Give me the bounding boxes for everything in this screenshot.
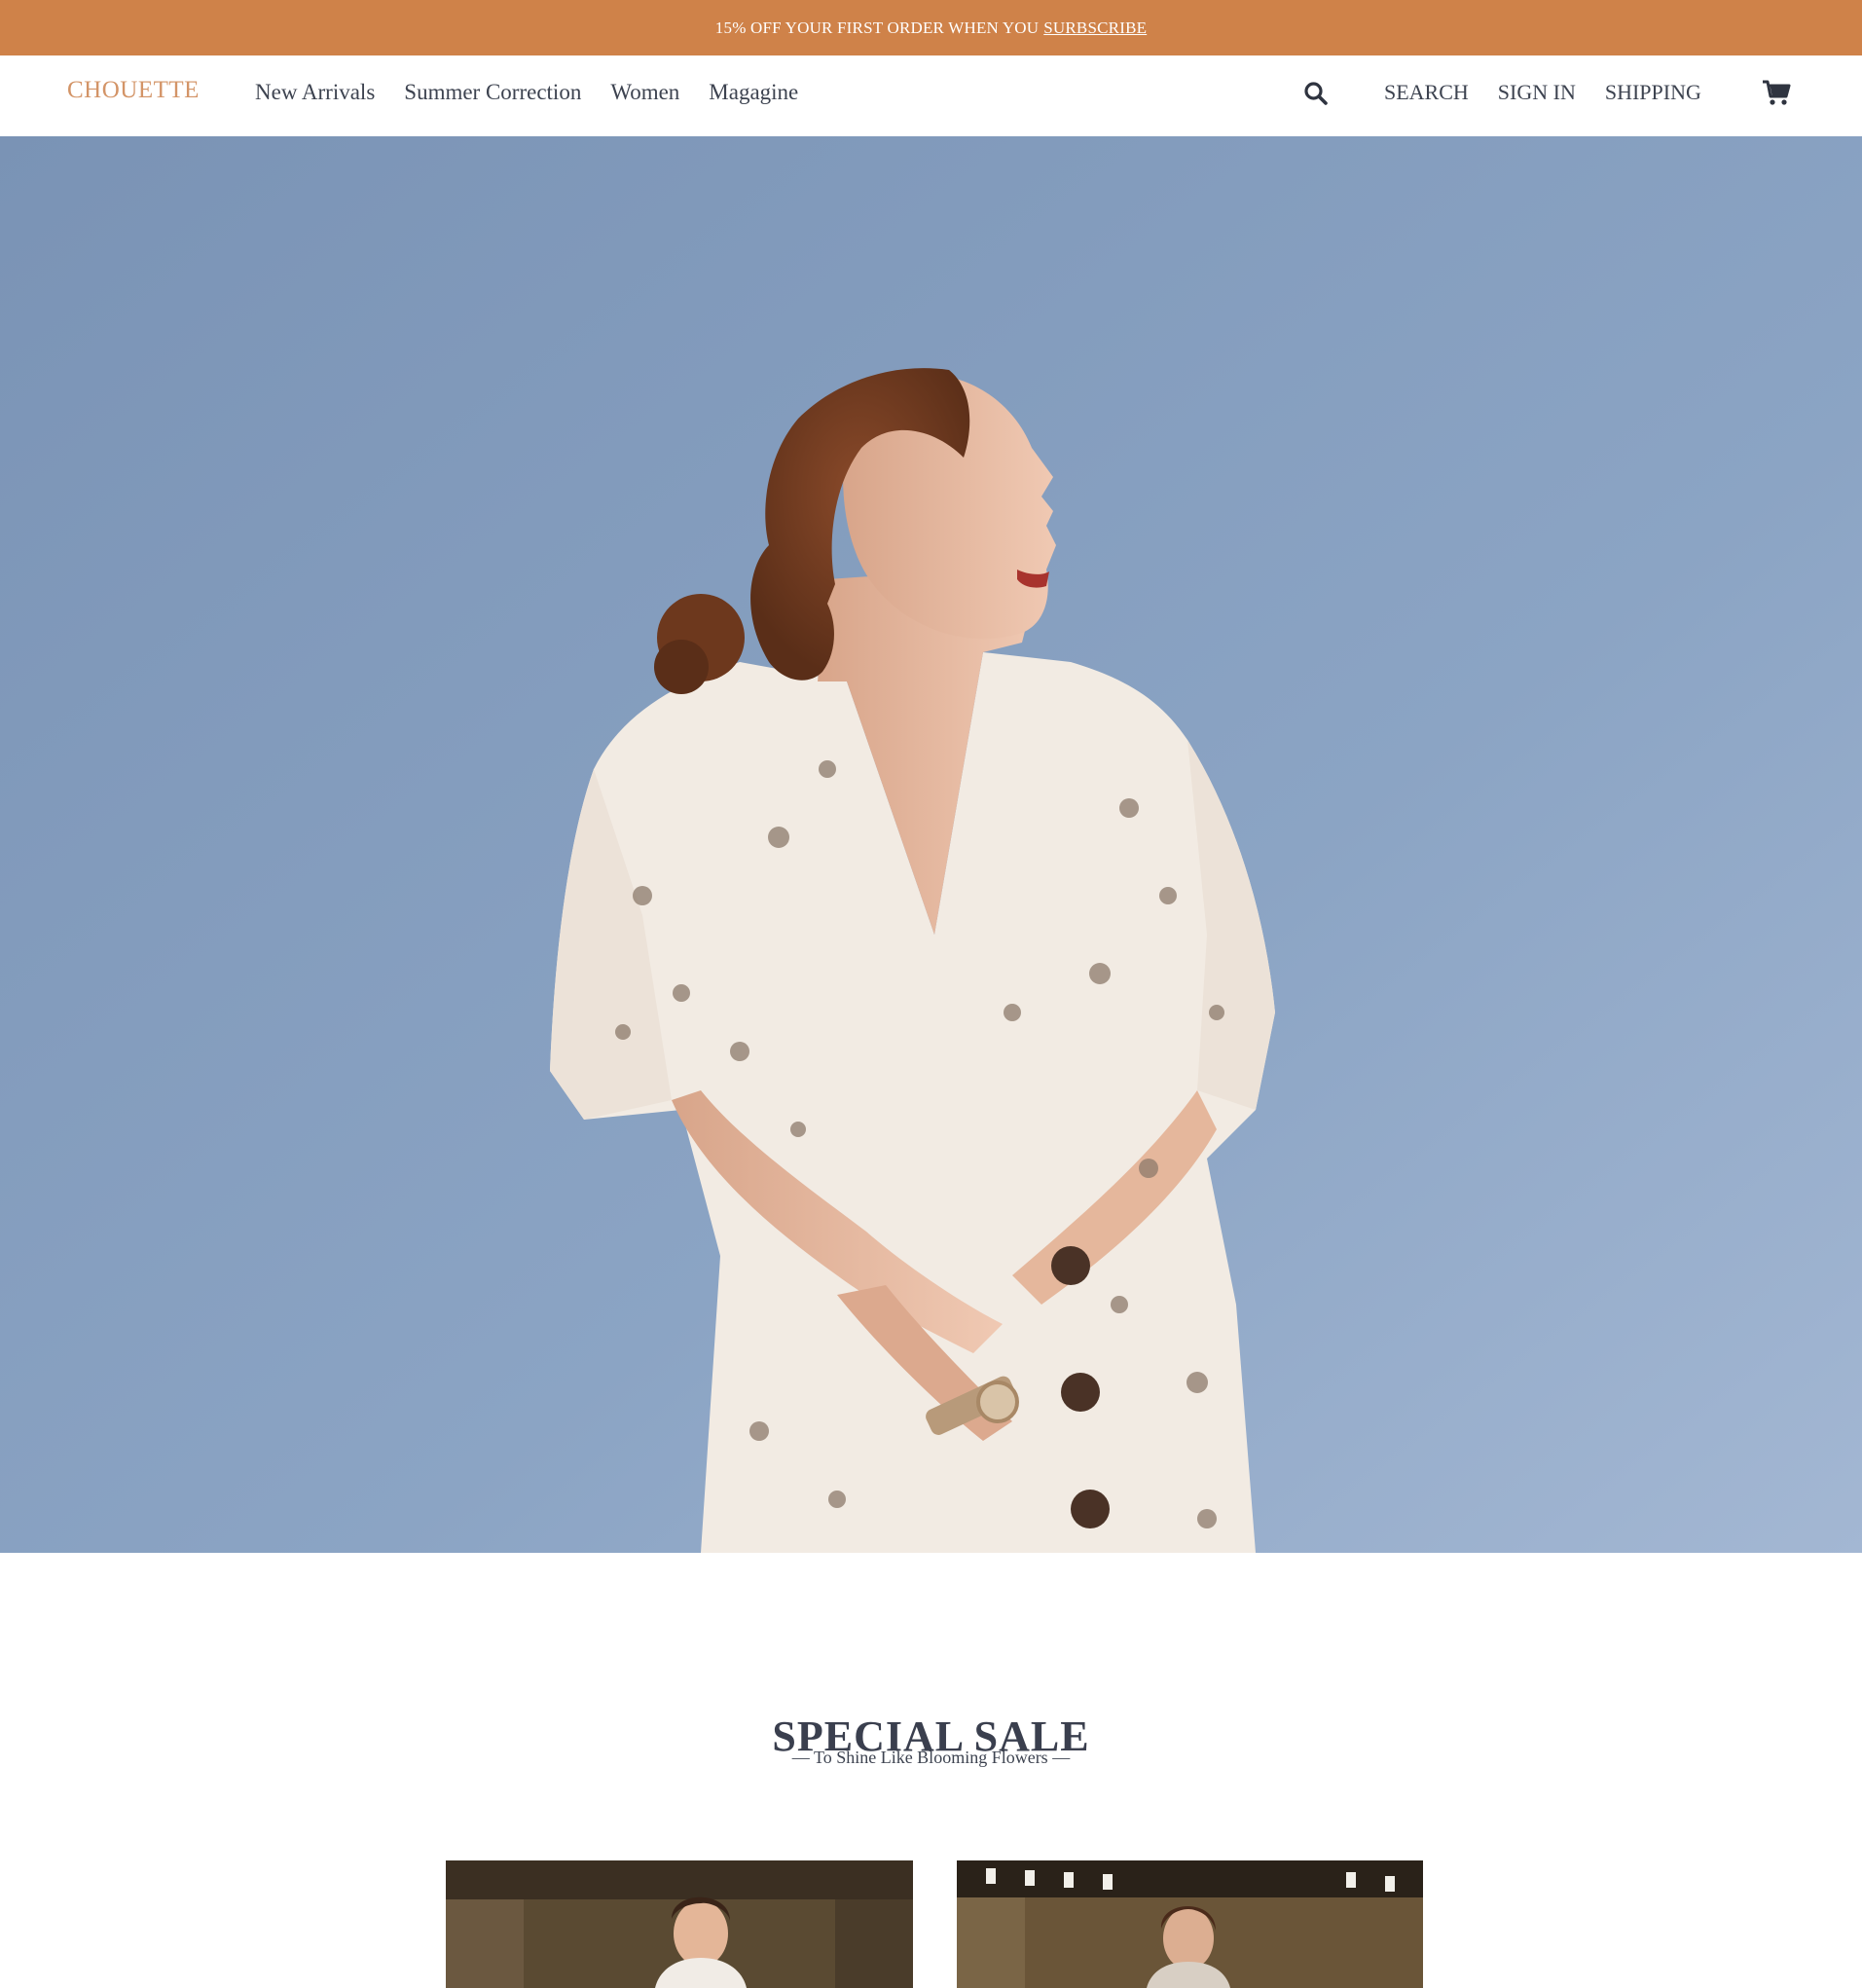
sale-subtitle: — To Shine Like Blooming Flowers — [791,1748,1071,1767]
hero-image [0,136,1862,1553]
search-link[interactable]: SEARCH [1384,80,1469,105]
subscribe-link[interactable]: SURBSCRIBE [1043,18,1147,38]
special-sale-section: SPECIAL SALE — To Shine Like Blooming Fl… [0,1553,1862,1988]
nav-item-new-arrivals[interactable]: New Arrivals [255,80,375,105]
product-image [446,1860,913,1988]
cart-icon[interactable] [1762,79,1791,106]
utility-nav: SEARCH SIGN IN SHIPPING [1384,80,1701,105]
nav-item-women[interactable]: Women [610,80,679,105]
nav-item-summer-correction[interactable]: Summer Correction [404,80,581,105]
hero-banner [0,136,1862,1553]
main-nav: New Arrivals Summer Correction Women Mag… [255,80,798,105]
search-icon[interactable] [1303,81,1329,106]
site-header: CHOUETTE New Arrivals Summer Correction … [0,55,1862,136]
promo-bar: 15% OFF YOUR FIRST ORDER WHEN YOU SURBSC… [0,0,1862,55]
shipping-link[interactable]: SHIPPING [1605,80,1701,105]
nav-item-magagine[interactable]: Magagine [709,80,798,105]
logo[interactable]: CHOUETTE [67,77,200,104]
promo-text: 15% OFF YOUR FIRST ORDER WHEN YOU [714,18,1040,37]
product-card[interactable] [957,1860,1423,1988]
product-image [957,1860,1423,1988]
product-card[interactable] [446,1860,913,1988]
sign-in-link[interactable]: SIGN IN [1498,80,1576,105]
